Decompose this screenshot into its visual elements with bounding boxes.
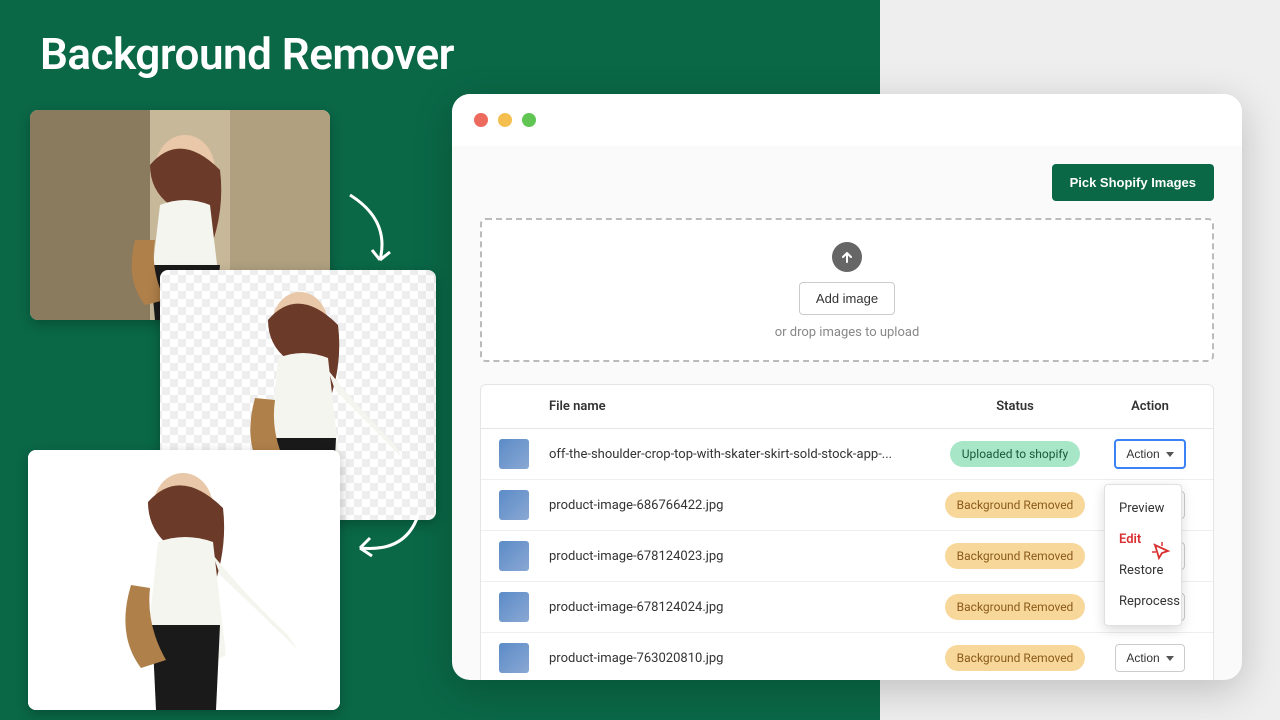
window-minimize-icon[interactable]: [498, 113, 512, 127]
window-close-icon[interactable]: [474, 113, 488, 127]
toolbar: Pick Shopify Images: [452, 146, 1242, 218]
pick-shopify-images-button[interactable]: Pick Shopify Images: [1052, 164, 1214, 201]
table-header: File name Status Action: [481, 385, 1213, 429]
dropdown-item-reprocess[interactable]: Reprocess: [1105, 586, 1181, 617]
action-button[interactable]: Action: [1114, 439, 1185, 469]
file-thumbnail: [499, 592, 529, 622]
status-badge: Background Removed: [945, 492, 1086, 518]
example-final-image: [28, 450, 340, 710]
file-name: product-image-678124024.jpg: [549, 600, 925, 615]
drop-hint-text: or drop images to upload: [775, 325, 920, 340]
chevron-down-icon: [1166, 656, 1174, 661]
file-name: product-image-678124023.jpg: [549, 549, 925, 564]
dropdown-item-preview[interactable]: Preview: [1105, 493, 1181, 524]
file-name: product-image-763020810.jpg: [549, 651, 925, 666]
table-row: off-the-shoulder-crop-top-with-skater-sk…: [481, 429, 1213, 480]
file-thumbnail: [499, 541, 529, 571]
status-badge: Background Removed: [945, 543, 1086, 569]
window-titlebar: [452, 94, 1242, 146]
upload-icon: [832, 242, 862, 272]
action-button[interactable]: Action: [1115, 644, 1184, 672]
upload-dropzone[interactable]: Add image or drop images to upload: [480, 218, 1214, 362]
header-status: Status: [925, 399, 1105, 414]
add-image-button[interactable]: Add image: [799, 282, 895, 315]
cursor-click-icon: [1150, 540, 1176, 566]
file-thumbnail: [499, 490, 529, 520]
arrow-down-icon: [340, 190, 400, 280]
file-name: off-the-shoulder-crop-top-with-skater-sk…: [549, 447, 925, 462]
page-title: Background Remover: [40, 28, 454, 80]
status-badge: Background Removed: [945, 645, 1086, 671]
table-row: product-image-763020810.jpg Background Re…: [481, 633, 1213, 680]
window-maximize-icon[interactable]: [522, 113, 536, 127]
arrow-left-icon: [340, 498, 430, 568]
file-thumbnail: [499, 643, 529, 673]
chevron-down-icon: [1166, 452, 1174, 457]
status-badge: Uploaded to shopify: [950, 441, 1080, 467]
status-badge: Background Removed: [945, 594, 1086, 620]
header-action: Action: [1105, 399, 1195, 414]
header-file: File name: [549, 399, 925, 414]
file-thumbnail: [499, 439, 529, 469]
file-name: product-image-686766422.jpg: [549, 498, 925, 513]
